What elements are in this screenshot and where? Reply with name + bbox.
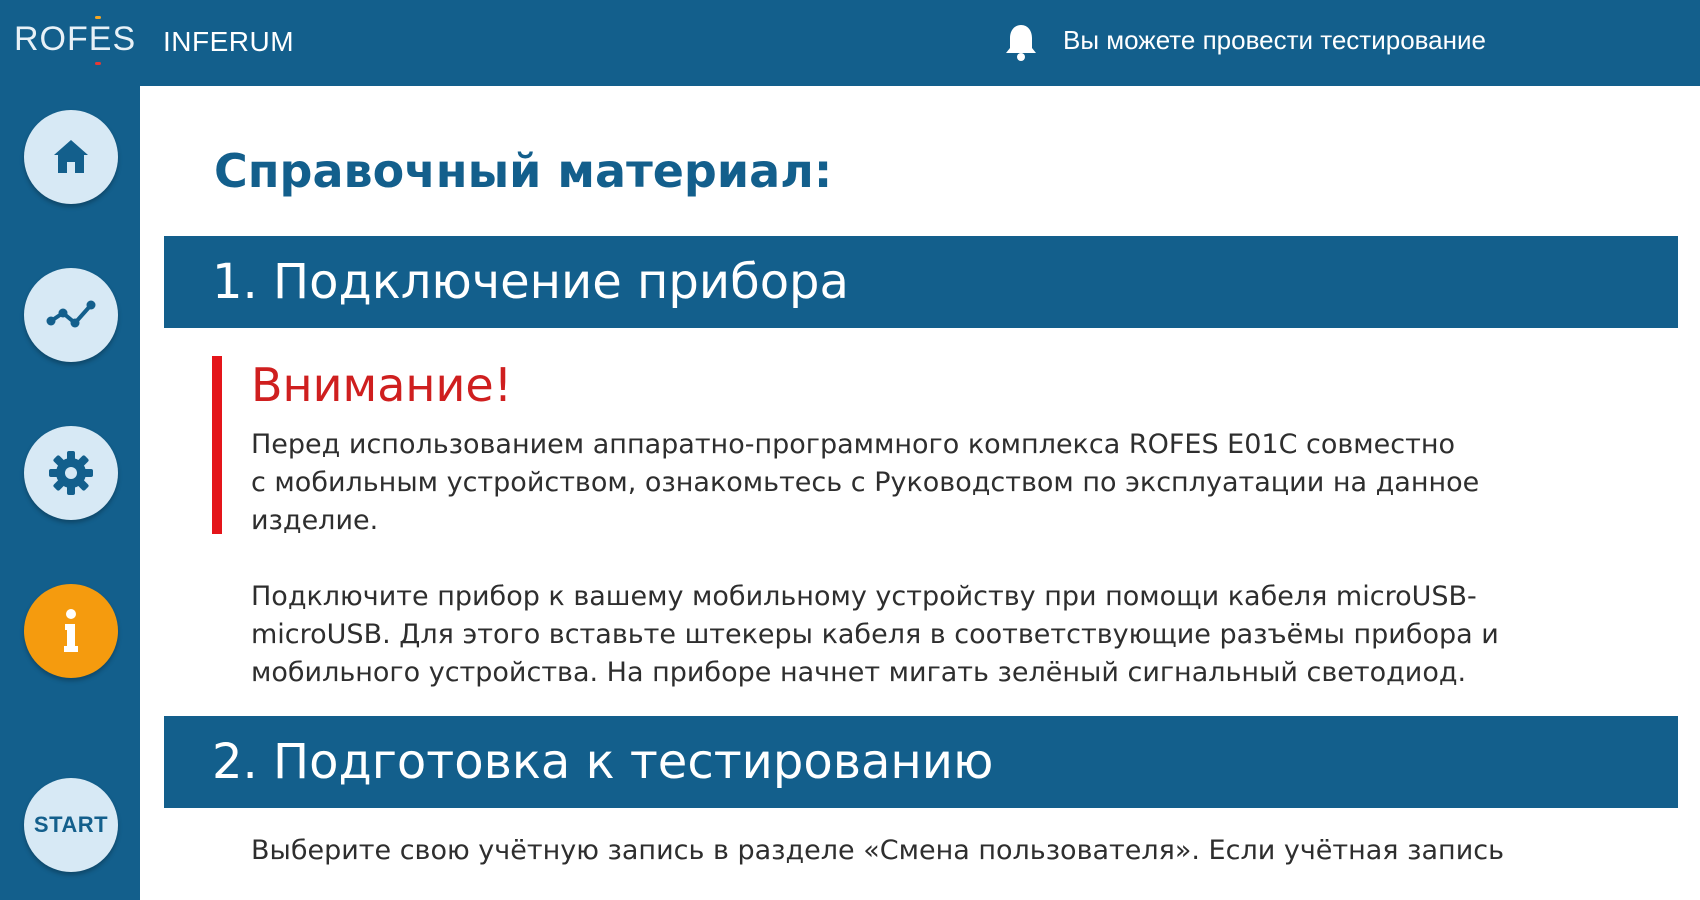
start-label: START [33,812,109,837]
section-header-connection: 1. Подключение прибора [164,236,1678,328]
connection-instructions: Подключите прибор к вашему мобильному ус… [251,578,1671,692]
page-title: Справочный материал: [214,144,833,198]
logo-accent-bottom [94,62,101,65]
start-button[interactable]: START [24,778,118,872]
preparation-instructions: Выберите свою учётную запись в разделе «… [251,832,1671,870]
logo-letter: E [88,20,113,58]
nav-settings-button[interactable] [24,426,118,520]
info-icon [64,609,78,652]
logo-prefix: ROF [14,20,89,58]
nav-home-button[interactable] [24,110,118,204]
logo-suffix: S [112,20,137,58]
chart-line-icon [46,300,96,328]
section-header-preparation: 2. Подготовка к тестированию [164,716,1678,808]
paragraph-line: мобильного устройства. На приборе начнет… [251,657,1467,688]
alert-title: Внимание! [251,358,513,412]
logo-e: E [88,16,113,65]
sidebar: START [0,86,140,900]
alert-line: Перед использованием аппаратно-программн… [251,429,1456,460]
paragraph-line: microUSB. Для этого вставьте штекеры каб… [251,619,1499,650]
paragraph-line: Подключите прибор к вашему мобильному ус… [251,581,1477,612]
notification-text[interactable]: Вы можете провести тестирование [1063,25,1486,56]
main-content: Справочный материал: 1. Подключение приб… [140,86,1700,900]
nav-charts-button[interactable] [24,268,118,362]
alert-bar [212,356,222,534]
nav-info-button[interactable] [24,584,118,678]
app-name: INFERUM [163,26,295,57]
logo: ROFE S [14,16,137,65]
logo-accent-top [94,16,101,19]
alert-line: изделие. [251,505,379,536]
gear-icon [49,451,93,495]
paragraph-line: Выберите свою учётную запись в разделе «… [251,835,1504,866]
top-bar: ROFE S INFERUM Вы можете провести тестиро… [0,0,1700,86]
alert-text: Перед использованием аппаратно-программн… [251,426,1671,540]
home-icon [54,140,88,173]
alert-line: с мобильным устройством, ознакомьтесь с … [251,467,1480,498]
bell-icon[interactable] [1003,22,1039,62]
